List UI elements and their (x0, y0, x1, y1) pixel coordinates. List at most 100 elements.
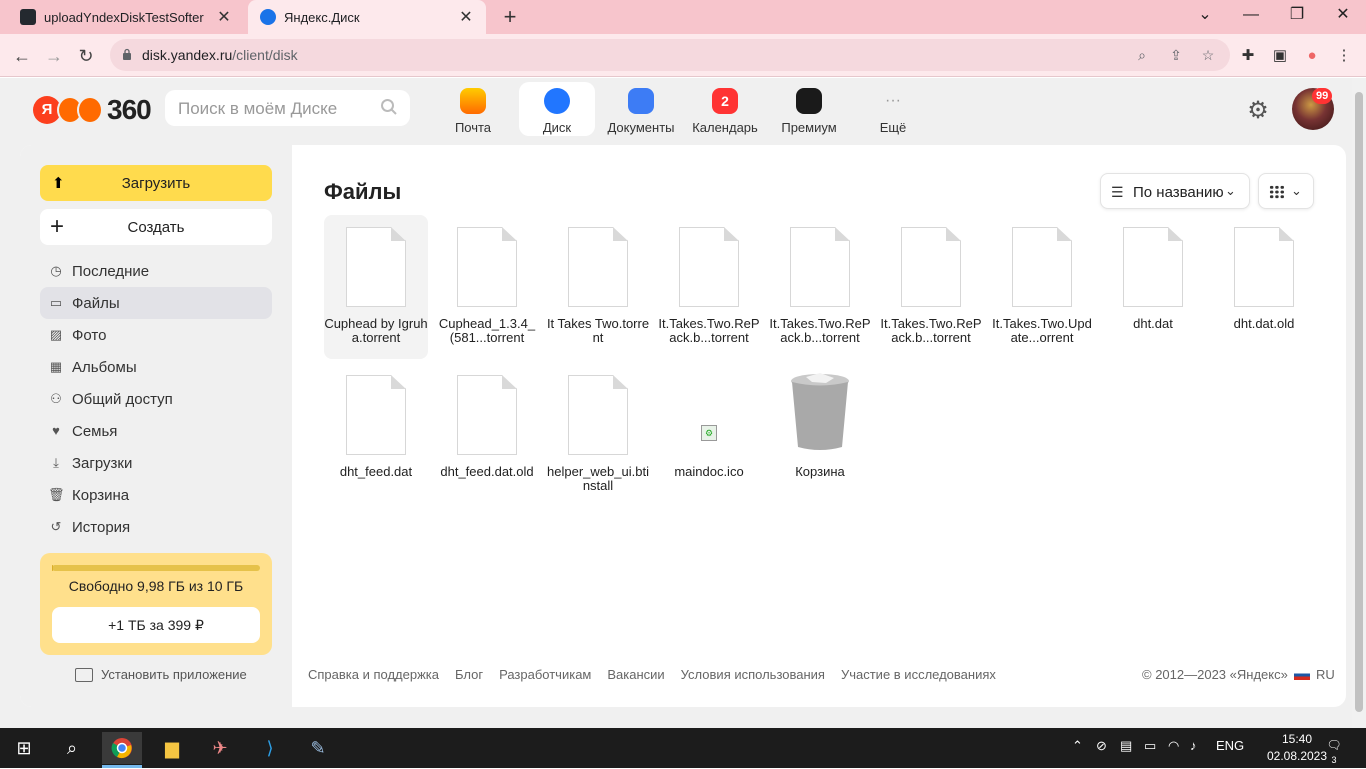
sidebar-item[interactable]: ♥Семья (40, 415, 272, 447)
sidebar-item[interactable]: ↺История (40, 511, 272, 543)
sidebar-item[interactable]: ◷Последние (40, 255, 272, 287)
minimize-button[interactable]: — (1228, 0, 1274, 30)
sidebar-item[interactable]: ▦Альбомы (40, 351, 272, 383)
menu-icon[interactable]: ⋮ (1332, 44, 1356, 68)
close-tab-icon[interactable]: ✕ (454, 7, 478, 27)
browser-tab-1[interactable]: uploadYndexDiskTestSofter ✕ (8, 0, 244, 34)
sort-label: По названию (1133, 184, 1224, 201)
battery-icon[interactable]: ▭ (1144, 738, 1156, 754)
service-calendar[interactable]: 2 Календарь (687, 82, 763, 136)
reload-icon[interactable]: ↻ (72, 42, 100, 70)
close-tab-icon[interactable]: ✕ (212, 7, 236, 27)
language-switcher[interactable]: RU (1294, 667, 1335, 682)
service-disk[interactable]: Диск (519, 82, 595, 136)
file-item[interactable]: ⚙maindoc.ico (657, 363, 761, 507)
language-label: RU (1316, 667, 1335, 682)
restore-button[interactable]: ❐ (1274, 0, 1320, 30)
footer-links: Справка и поддержка Блог Разработчикам Вака… (308, 667, 1012, 682)
install-app-link[interactable]: Установить приложение (75, 667, 247, 682)
file-name: Cuphead by Igruha.torrent (324, 317, 428, 345)
bookmark-star-icon[interactable]: ☆ (1198, 45, 1218, 65)
tab-search-icon[interactable]: ⌄ (1182, 0, 1228, 30)
footer-link[interactable]: Справка и поддержка (308, 667, 439, 682)
search-icon[interactable]: ⌕ (1132, 45, 1152, 65)
footer-link[interactable]: Участие в исследованиях (841, 667, 996, 682)
windows-start-icon[interactable]: ⊞ (4, 732, 44, 764)
profile-icon[interactable]: ● (1300, 44, 1324, 68)
new-tab-button[interactable]: + (498, 4, 522, 30)
footer-link[interactable]: Вакансии (607, 667, 664, 682)
file-name: helper_web_ui.btinstall (546, 465, 650, 493)
browser-tab-strip: uploadYndexDiskTestSofter ✕ Яндекс.Диск … (0, 0, 1366, 34)
paint-icon[interactable]: ✎ (298, 732, 338, 764)
sidebar-item-label: Корзина (72, 487, 129, 504)
create-button[interactable]: + Создать (40, 209, 272, 245)
search-icon[interactable]: ⌕ (52, 732, 92, 764)
scrollbar[interactable] (1352, 78, 1366, 728)
sidebar-item[interactable]: 🗑Корзина (40, 479, 272, 511)
notifications-icon[interactable]: 🗨3 (1324, 738, 1344, 758)
tray-chevron-icon[interactable]: ⌃ (1072, 738, 1083, 754)
upload-button[interactable]: ⬆ Загрузить (40, 165, 272, 201)
vscode-icon[interactable]: ⟩ (250, 732, 290, 764)
footer-link[interactable]: Блог (455, 667, 483, 682)
view-toggle[interactable]: ⌄ (1258, 173, 1314, 209)
back-icon[interactable]: ← (8, 42, 36, 70)
volume-icon[interactable]: ♪ (1190, 738, 1197, 753)
sidebar-item[interactable]: ⤓Загрузки (40, 447, 272, 479)
wifi-icon[interactable]: ◠ (1168, 738, 1179, 754)
scroll-thumb[interactable] (1355, 92, 1363, 712)
trash-bin-icon (790, 373, 850, 451)
side-panel-icon[interactable]: ▣ (1268, 44, 1292, 68)
gear-icon[interactable]: ⚙ (1245, 98, 1271, 124)
service-mail[interactable]: Почта (435, 82, 511, 136)
sort-dropdown[interactable]: ☰ По названию ⌄ (1100, 173, 1250, 209)
chrome-icon[interactable] (102, 732, 142, 764)
file-explorer-icon[interactable]: ▆ (152, 732, 192, 764)
file-item[interactable]: dht_feed.dat (324, 363, 428, 507)
input-language[interactable]: ENG (1216, 738, 1244, 753)
share-icon[interactable]: ⇪ (1166, 45, 1186, 65)
close-window-button[interactable]: ✕ (1320, 0, 1366, 30)
storage-bar (52, 565, 260, 571)
file-item[interactable]: Корзина (768, 363, 872, 507)
file-item[interactable]: dht.dat (1101, 215, 1205, 359)
search-input[interactable]: Поиск в моём Диске (165, 90, 410, 126)
service-more[interactable]: ··· Ещё (855, 82, 931, 136)
app-icon[interactable]: ✈ (200, 732, 240, 764)
tray-app-icon[interactable]: ▤ (1120, 738, 1132, 754)
file-item[interactable]: dht_feed.dat.old (435, 363, 539, 507)
search-icon[interactable] (380, 98, 398, 116)
file-item[interactable]: It.Takes.Two.RePack.b...torrent (768, 215, 872, 359)
family-icon: ♥ (48, 423, 64, 439)
service-premium[interactable]: Премиум (771, 82, 847, 136)
file-item[interactable]: It Takes Two.torrent (546, 215, 650, 359)
service-documents[interactable]: Документы (603, 82, 679, 136)
file-item[interactable]: helper_web_ui.btinstall (546, 363, 650, 507)
extensions-icon[interactable]: ✚ (1236, 44, 1260, 68)
storage-widget: Свободно 9,98 ГБ из 10 ГБ +1 ТБ за 399 ₽ (40, 553, 272, 655)
footer-link[interactable]: Условия использования (681, 667, 825, 682)
file-item[interactable]: Cuphead_1.3.4_(581...torrent (435, 215, 539, 359)
yandex-360-logo[interactable]: Я 360 (33, 94, 151, 126)
sidebar: ⬆ Загрузить + Создать ◷Последние▭Файлы▨Ф… (20, 145, 292, 707)
forward-icon[interactable]: → (40, 42, 68, 70)
browser-tab-2[interactable]: Яндекс.Диск ✕ (248, 0, 486, 34)
buy-storage-button[interactable]: +1 ТБ за 399 ₽ (52, 607, 260, 643)
sidebar-item[interactable]: ▭Файлы (40, 287, 272, 319)
file-item[interactable]: Cuphead by Igruha.torrent (324, 215, 428, 359)
file-name: It.Takes.Two.Update...orrent (990, 317, 1094, 345)
address-bar[interactable]: disk.yandex.ru/client/disk ⌕ ⇪ ☆ (110, 39, 1230, 71)
sidebar-item[interactable]: ⚇Общий доступ (40, 383, 272, 415)
footer-link[interactable]: Разработчикам (499, 667, 591, 682)
file-item[interactable]: It.Takes.Two.RePack.b...torrent (657, 215, 761, 359)
network-icon[interactable]: ⊘ (1096, 738, 1107, 754)
sidebar-item-label: Загрузки (72, 455, 132, 472)
file-item[interactable]: dht.dat.old (1212, 215, 1316, 359)
file-item[interactable]: It.Takes.Two.RePack.b...torrent (879, 215, 983, 359)
sidebar-item[interactable]: ▨Фото (40, 319, 272, 351)
file-item[interactable]: It.Takes.Two.Update...orrent (990, 215, 1094, 359)
system-clock[interactable]: 15:40 02.08.2023 (1262, 731, 1332, 765)
file-name: dht_feed.dat.old (435, 465, 539, 479)
sort-icon: ☰ (1111, 184, 1124, 201)
